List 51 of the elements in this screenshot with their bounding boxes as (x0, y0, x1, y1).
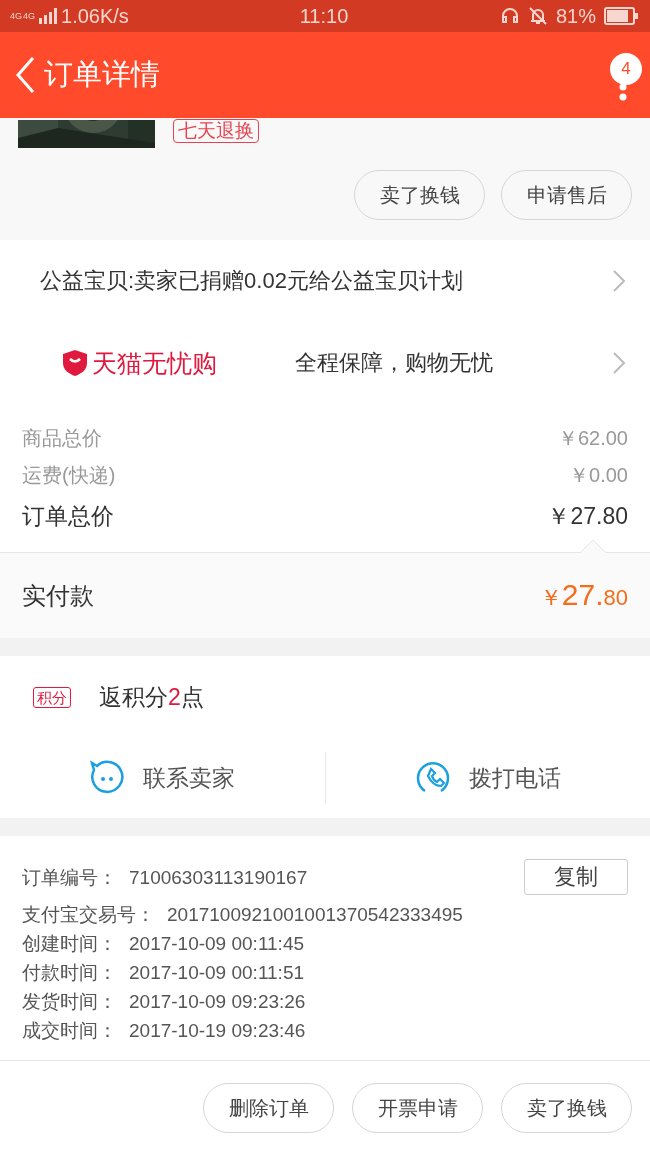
page-title: 订单详情 (44, 57, 161, 92)
chevron-right-icon (612, 269, 626, 293)
price-value: ￥62.00 (557, 426, 628, 451)
network-speed: 1.06K/s (61, 4, 129, 28)
chevron-right-icon (612, 351, 626, 375)
price-label: 运费(快递) (22, 463, 116, 488)
info-value: 2017-10-09 00:11:51 (129, 961, 305, 984)
info-value: 2017-10-19 09:23:46 (129, 1019, 306, 1042)
info-label: 付款时间： (22, 960, 117, 985)
info-label: 发货时间： (22, 989, 117, 1014)
points-tag: 积分 (33, 686, 71, 708)
muted-bell-icon (528, 6, 548, 26)
network-label: 4G (10, 11, 22, 21)
chat-face-icon (89, 760, 126, 796)
order-action-button[interactable]: 卖了换钱 (501, 1083, 632, 1133)
copy-button[interactable]: 复制 (524, 859, 628, 895)
network-label: 4G (23, 11, 36, 21)
clock: 11:10 (299, 4, 349, 28)
info-value: 2017-10-09 09:23:26 (129, 990, 306, 1013)
battery-level: 81% (556, 4, 596, 28)
info-value: 2017100921001001370542333495 (167, 903, 463, 926)
action-button[interactable]: 申请售后 (501, 170, 632, 220)
contact-link[interactable]: 拨打电话 (325, 738, 650, 818)
back-icon[interactable] (14, 55, 36, 95)
info-label: 支付宝交易号： (22, 902, 155, 927)
info-value: 2017-10-09 00:11:45 (129, 932, 305, 955)
shield-icon (62, 349, 88, 377)
price-label: 订单总价 (22, 501, 114, 531)
order-action-button[interactable]: 删除订单 (203, 1083, 334, 1133)
headset-icon (500, 6, 520, 26)
info-label: 订单编号： (22, 866, 117, 890)
brand-name: 天猫无忧购 (92, 347, 217, 379)
action-button[interactable]: 卖了换钱 (354, 170, 485, 220)
return-policy-tag: 七天退换 (173, 119, 259, 143)
paid-label: 实付款 (22, 580, 94, 611)
more-icon[interactable] (618, 83, 628, 101)
price-value: ￥27.80 (547, 501, 628, 531)
donation-text: 公益宝贝:卖家已捐赠0.02元给公益宝贝计划 (40, 267, 464, 295)
battery-icon (604, 7, 638, 25)
contact-link[interactable]: 联系卖家 (0, 738, 325, 818)
info-label: 创建时间： (22, 931, 117, 956)
info-label: 成交时间： (22, 1018, 117, 1043)
guarantee-text: 全程保障，购物无忧 (295, 349, 494, 377)
info-value: 71006303113190167 (129, 867, 308, 889)
paid-amount: ￥27.80 (539, 578, 628, 613)
price-label: 商品总价 (22, 426, 102, 451)
points-text: 返积分2点 (99, 682, 204, 712)
notification-badge: 4 (610, 53, 642, 85)
order-action-button[interactable]: 开票申请 (352, 1083, 483, 1133)
price-value: ￥0.00 (569, 463, 628, 488)
signal-icon (39, 8, 58, 24)
